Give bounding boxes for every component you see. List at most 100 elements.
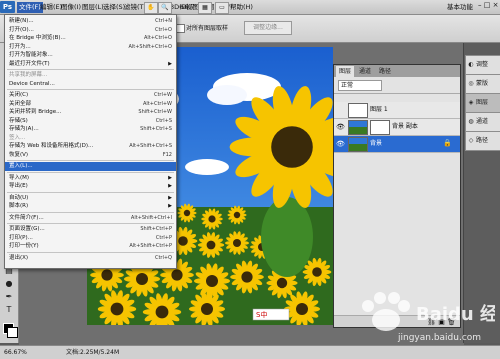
ime-bar-text: S中 xyxy=(256,310,267,319)
menu-item-shortcut: Ctrl+N xyxy=(155,18,172,24)
menu-item-shortcut: Ctrl+W xyxy=(153,92,172,98)
menu-item-label: 在 Bridge 中浏览(B)... xyxy=(9,35,66,41)
sample-all-layers-label: 对所有图层取样 xyxy=(186,25,229,32)
channels-icon: ◍ xyxy=(468,118,474,125)
dock-masks[interactable]: ◎ 蒙版 xyxy=(465,74,500,94)
file-menu-item[interactable]: 文件简介(F)... Alt+Shift+Ctrl+I xyxy=(5,214,176,223)
menu-item-label: 导出(E) xyxy=(9,183,28,189)
file-menu-item[interactable]: Device Central... xyxy=(5,80,176,89)
eye-icon[interactable]: 👁 xyxy=(336,139,345,149)
file-menu-item: 共享我的屏幕... xyxy=(5,71,176,80)
file-menu-item[interactable]: 打印(P)... Ctrl+P xyxy=(5,234,176,243)
file-menu-item[interactable]: 关闭(C) Ctrl+W xyxy=(5,91,176,100)
menu-item-shortcut: Alt+Shift+Ctrl+P xyxy=(129,243,172,249)
dock-adjustments[interactable]: ◐ 调整 xyxy=(465,55,500,75)
file-menu-item[interactable]: 存储(S) Ctrl+S xyxy=(5,117,176,126)
menu-item-shortcut: F12 xyxy=(162,151,172,158)
file-menu-item[interactable]: 退出(X) Ctrl+Q xyxy=(5,254,176,263)
hand-icon[interactable]: ✋ xyxy=(144,2,158,14)
eye-icon[interactable]: 👁 xyxy=(336,122,345,132)
pen-tool-icon[interactable]: ✒ xyxy=(3,291,15,302)
menu-separator xyxy=(7,171,174,173)
file-menu-item[interactable]: 自动(U) ▶ xyxy=(5,194,176,203)
layer-name: 背景 副本 xyxy=(392,123,418,130)
status-zoom[interactable]: 66.67% xyxy=(4,346,27,359)
menu-item-shortcut: Alt+Shift+Ctrl+I xyxy=(130,214,172,221)
tab-channels[interactable]: 通道 xyxy=(356,66,374,77)
menu-separator xyxy=(7,69,174,70)
zoom-icon[interactable]: 🔍 xyxy=(158,2,172,14)
file-menu-item[interactable]: 导出(E) ▶ xyxy=(5,182,176,191)
refine-edge-button[interactable]: 调整边缘... xyxy=(244,21,292,35)
menu-item-label: 自动(U) xyxy=(9,194,29,201)
file-menu-item[interactable]: 置入(L)... xyxy=(5,162,176,171)
menu-separator xyxy=(7,160,174,161)
dock-paths[interactable]: ◇ 路径 xyxy=(465,131,500,151)
menu-separator xyxy=(7,89,174,90)
file-menu-item[interactable]: 打开为... Alt+Shift+Ctrl+O xyxy=(5,43,176,52)
dock-layers[interactable]: ◈ 图层 xyxy=(465,93,500,113)
blend-mode-select[interactable]: 正常 xyxy=(338,80,382,91)
menu-item-label: 页面设置(G)... xyxy=(9,226,45,232)
layer-thumbnail xyxy=(348,137,368,152)
menu-item-shortcut: Shift+Ctrl+W xyxy=(138,109,172,115)
layers-icon: ◈ xyxy=(468,99,474,106)
menu-item-shortcut: Ctrl+Q xyxy=(154,254,172,261)
menu-item-label: 关闭全部 xyxy=(9,100,32,107)
layer-row[interactable]: 图层 1 xyxy=(334,102,460,119)
watermark-brand: Baidu 经验 xyxy=(416,303,495,325)
window-controls[interactable]: – □ × xyxy=(478,1,498,9)
file-menu-item[interactable]: 存储为 Web 和设备所用格式(D)... Alt+Shift+Ctrl+S xyxy=(5,142,176,151)
menu-separator xyxy=(7,211,174,213)
layer-row[interactable]: 👁 背景 副本 xyxy=(334,119,460,136)
type-tool-icon[interactable]: T xyxy=(3,304,15,315)
tab-paths[interactable]: 路径 xyxy=(376,66,394,77)
mask-icon: ◎ xyxy=(468,80,474,87)
file-menu-item[interactable]: 打印一份(Y) Alt+Shift+Ctrl+P xyxy=(5,242,176,251)
menu-item-label: 共享我的屏幕... xyxy=(9,72,48,78)
file-menu-item[interactable]: 关闭并转到 Bridge... Shift+Ctrl+W xyxy=(5,108,176,117)
menu-item-shortcut: Ctrl+P xyxy=(155,234,172,241)
layer-thumbnail xyxy=(348,103,368,118)
file-menu-item[interactable]: 在 Bridge 中浏览(B)... Alt+Ctrl+O xyxy=(5,34,176,43)
menu-item-label: 文件简介(F)... xyxy=(9,214,44,221)
layer-row-selected[interactable]: 👁 背景 🔒 xyxy=(334,136,460,153)
menu-item-label: 恢复(V) xyxy=(9,151,29,158)
screen-mode-icon[interactable]: ▭ xyxy=(215,2,229,14)
menu-help[interactable]: 帮助(H) xyxy=(228,2,255,13)
menu-item-label: 退出(X) xyxy=(9,254,29,261)
workspace-switcher[interactable]: 基本功能 xyxy=(445,2,475,13)
sample-all-layers-checkbox[interactable] xyxy=(176,24,185,33)
adjust-icon: ◐ xyxy=(468,61,474,68)
layers-panel-tabs: 图层 通道 路径 xyxy=(334,65,460,77)
file-menu-item[interactable]: 打开(O)... Ctrl+O xyxy=(5,26,176,35)
menu-item-label: 打印(P)... xyxy=(9,234,33,241)
file-menu-item[interactable]: 页面设置(G)... Shift+Ctrl+P xyxy=(5,225,176,234)
menu-item-shortcut: Alt+Ctrl+O xyxy=(144,35,172,41)
dodge-tool-icon[interactable]: ● xyxy=(3,278,15,289)
photoshop-logo: Ps xyxy=(0,1,15,13)
menu-separator xyxy=(7,223,174,224)
file-menu-item[interactable]: 打开为智能对象... xyxy=(5,51,176,60)
menu-item-label: 新建(N)... xyxy=(9,18,34,24)
background-color-swatch[interactable] xyxy=(7,327,18,338)
layer-name: 背景 xyxy=(370,140,383,147)
submenu-arrow-icon: ▶ xyxy=(168,60,172,67)
file-menu-item[interactable]: 最近打开文件(T) ▶ xyxy=(5,60,176,69)
file-menu-item[interactable]: 存储为(A)... Shift+Ctrl+S xyxy=(5,125,176,134)
file-menu-item[interactable]: 脚本(R) ▶ xyxy=(5,202,176,211)
menu-item-label: 存储为 Web 和设备所用格式(D)... xyxy=(9,143,94,149)
dock-channels[interactable]: ◍ 通道 xyxy=(465,112,500,132)
menu-item-shortcut: Alt+Shift+Ctrl+S xyxy=(129,143,172,149)
file-menu-item[interactable]: 关闭全部 Alt+Ctrl+W xyxy=(5,100,176,109)
menu-item-label: 存储为(A)... xyxy=(9,126,39,132)
submenu-arrow-icon: ▶ xyxy=(168,174,172,181)
menu-item-shortcut: Ctrl+O xyxy=(154,26,172,33)
tab-layers[interactable]: 图层 xyxy=(336,66,355,77)
arrange-icon[interactable]: ▦ xyxy=(198,2,212,14)
zoom-level[interactable]: 66.7 xyxy=(178,2,196,13)
file-menu-item[interactable]: 新建(N)... Ctrl+N xyxy=(5,17,176,26)
file-menu-item[interactable]: 导入(M) ▶ xyxy=(5,174,176,183)
file-menu-item[interactable]: 恢复(V) F12 xyxy=(5,151,176,160)
menu-item-label: 导入(M) xyxy=(9,174,30,181)
